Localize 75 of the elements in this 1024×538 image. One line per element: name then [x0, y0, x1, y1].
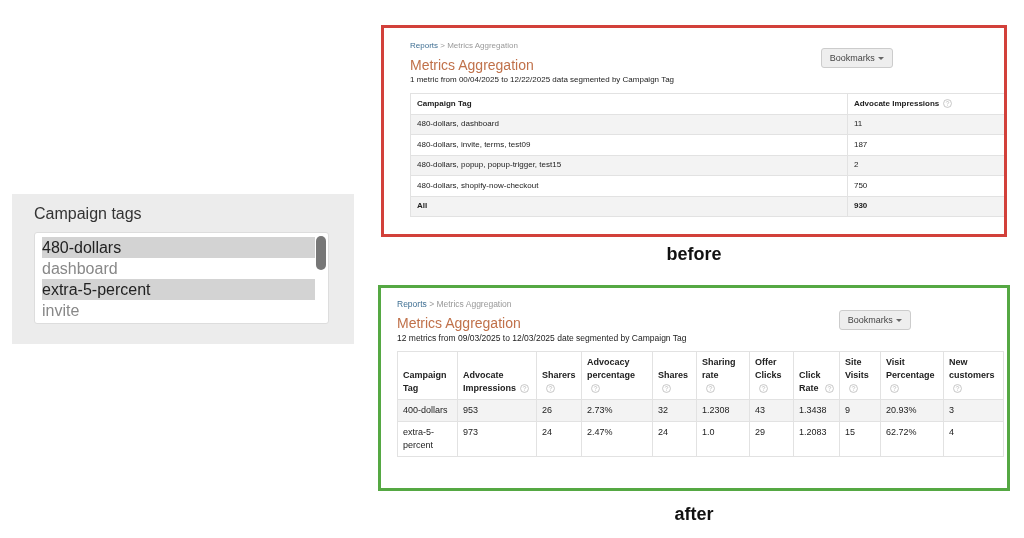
table-cell: 1.0 — [702, 427, 715, 437]
help-icon[interactable] — [662, 384, 671, 394]
table-cell: 187 — [853, 139, 868, 149]
table-cell: 1.3438 — [799, 405, 827, 415]
table-cell: All — [417, 201, 428, 211]
list-option[interactable]: invite — [42, 300, 315, 321]
column-header: Click Rate — [799, 369, 821, 395]
list-option[interactable]: extra-5-percent — [42, 279, 315, 300]
column-header: Advocate Impressions — [853, 98, 940, 108]
list-option[interactable]: dashboard — [42, 258, 315, 279]
table-cell: 20.93% — [886, 405, 917, 415]
table-cell: 480-dollars, dashboard — [417, 119, 499, 129]
table-cell: 750 — [853, 180, 868, 190]
column-header: Sharing rate — [702, 356, 736, 382]
help-icon[interactable] — [546, 384, 555, 394]
table-cell: 2.47% — [587, 427, 613, 437]
column-header: Shares — [658, 369, 689, 382]
column-header: Campaign Tag — [417, 98, 472, 108]
field-label: Campaign tags — [34, 204, 143, 224]
table-cell: 3 — [949, 405, 954, 415]
help-icon[interactable] — [953, 384, 962, 394]
table-cell: 26 — [542, 405, 552, 415]
help-icon[interactable] — [824, 384, 834, 394]
table-cell: 973 — [463, 427, 479, 437]
table-cell: 400-dollars — [403, 405, 448, 415]
breadcrumb-link[interactable]: Reports — [410, 41, 438, 50]
tag-listbox[interactable]: 480-dollars dashboard extra-5-percent invite — [34, 232, 329, 324]
table-cell: 953 — [463, 405, 479, 415]
help-icon[interactable] — [849, 384, 858, 394]
caption: before — [666, 244, 722, 264]
table-cell: 930 — [853, 201, 868, 211]
table-cell: 480-dollars, popup, popup-trigger, test15 — [417, 160, 562, 170]
table-cell: extra-5-percent — [403, 427, 434, 450]
table-cell: 15 — [845, 427, 855, 437]
table-cell: 32 — [658, 405, 668, 415]
page-title: Metrics Aggregation — [397, 314, 521, 332]
breadcrumb-current: > Metrics Aggregation — [439, 41, 518, 50]
table-cell: 62.72% — [886, 427, 917, 437]
bookmarks-button[interactable]: Bookmarks — [838, 310, 911, 330]
column-header: Offer Clicks — [755, 356, 782, 382]
table-cell: 43 — [755, 405, 765, 415]
table-cell: 11 — [853, 119, 863, 129]
help-icon[interactable] — [890, 384, 899, 394]
table-cell: 480-dollars, invite, terms, test09 — [417, 139, 531, 149]
column-header: Site Visits — [845, 356, 869, 382]
help-icon[interactable] — [759, 384, 768, 394]
caption: after — [674, 504, 714, 524]
column-header: Advocate Impressions — [463, 369, 517, 395]
table-cell: 4 — [949, 427, 954, 437]
help-icon[interactable] — [943, 99, 953, 109]
list-option[interactable]: 480-dollars — [42, 237, 315, 258]
column-header: New customers — [949, 356, 995, 382]
breadcrumb-link[interactable]: Reports — [397, 299, 427, 309]
scrollbar-thumb[interactable] — [316, 236, 326, 270]
column-header: Visit Percentage — [886, 356, 935, 382]
table-cell: 9 — [845, 405, 850, 415]
page-title: Metrics Aggregation — [410, 56, 534, 74]
table-cell: 1.2083 — [799, 427, 827, 437]
help-icon[interactable] — [591, 384, 600, 394]
bookmarks-button[interactable]: Bookmarks — [820, 48, 893, 68]
report-summary: 12 metrics from 09/03/2025 to 12/03/2025 date segmented by Campaign Tag — [397, 332, 688, 344]
column-header: Advocacy percentage — [587, 356, 635, 382]
table-cell: 1.2308 — [702, 405, 730, 415]
table-cell: 24 — [542, 427, 552, 437]
table-cell: 2 — [853, 160, 859, 170]
column-header: Sharers — [542, 369, 576, 382]
table-cell: 29 — [755, 427, 765, 437]
help-icon[interactable] — [520, 384, 530, 394]
help-icon[interactable] — [706, 384, 715, 394]
report-summary: 1 metric from 00/04/2025 to 12/22/2025 data segmented by Campaign Tag — [410, 74, 676, 86]
column-header: Campaign Tag — [403, 369, 447, 395]
breadcrumb-current: > Metrics Aggregation — [428, 299, 512, 309]
table-cell: 2.73% — [587, 405, 613, 415]
table-cell: 24 — [658, 427, 668, 437]
table-cell: 480-dollars, shopify-now-checkout — [417, 180, 539, 190]
